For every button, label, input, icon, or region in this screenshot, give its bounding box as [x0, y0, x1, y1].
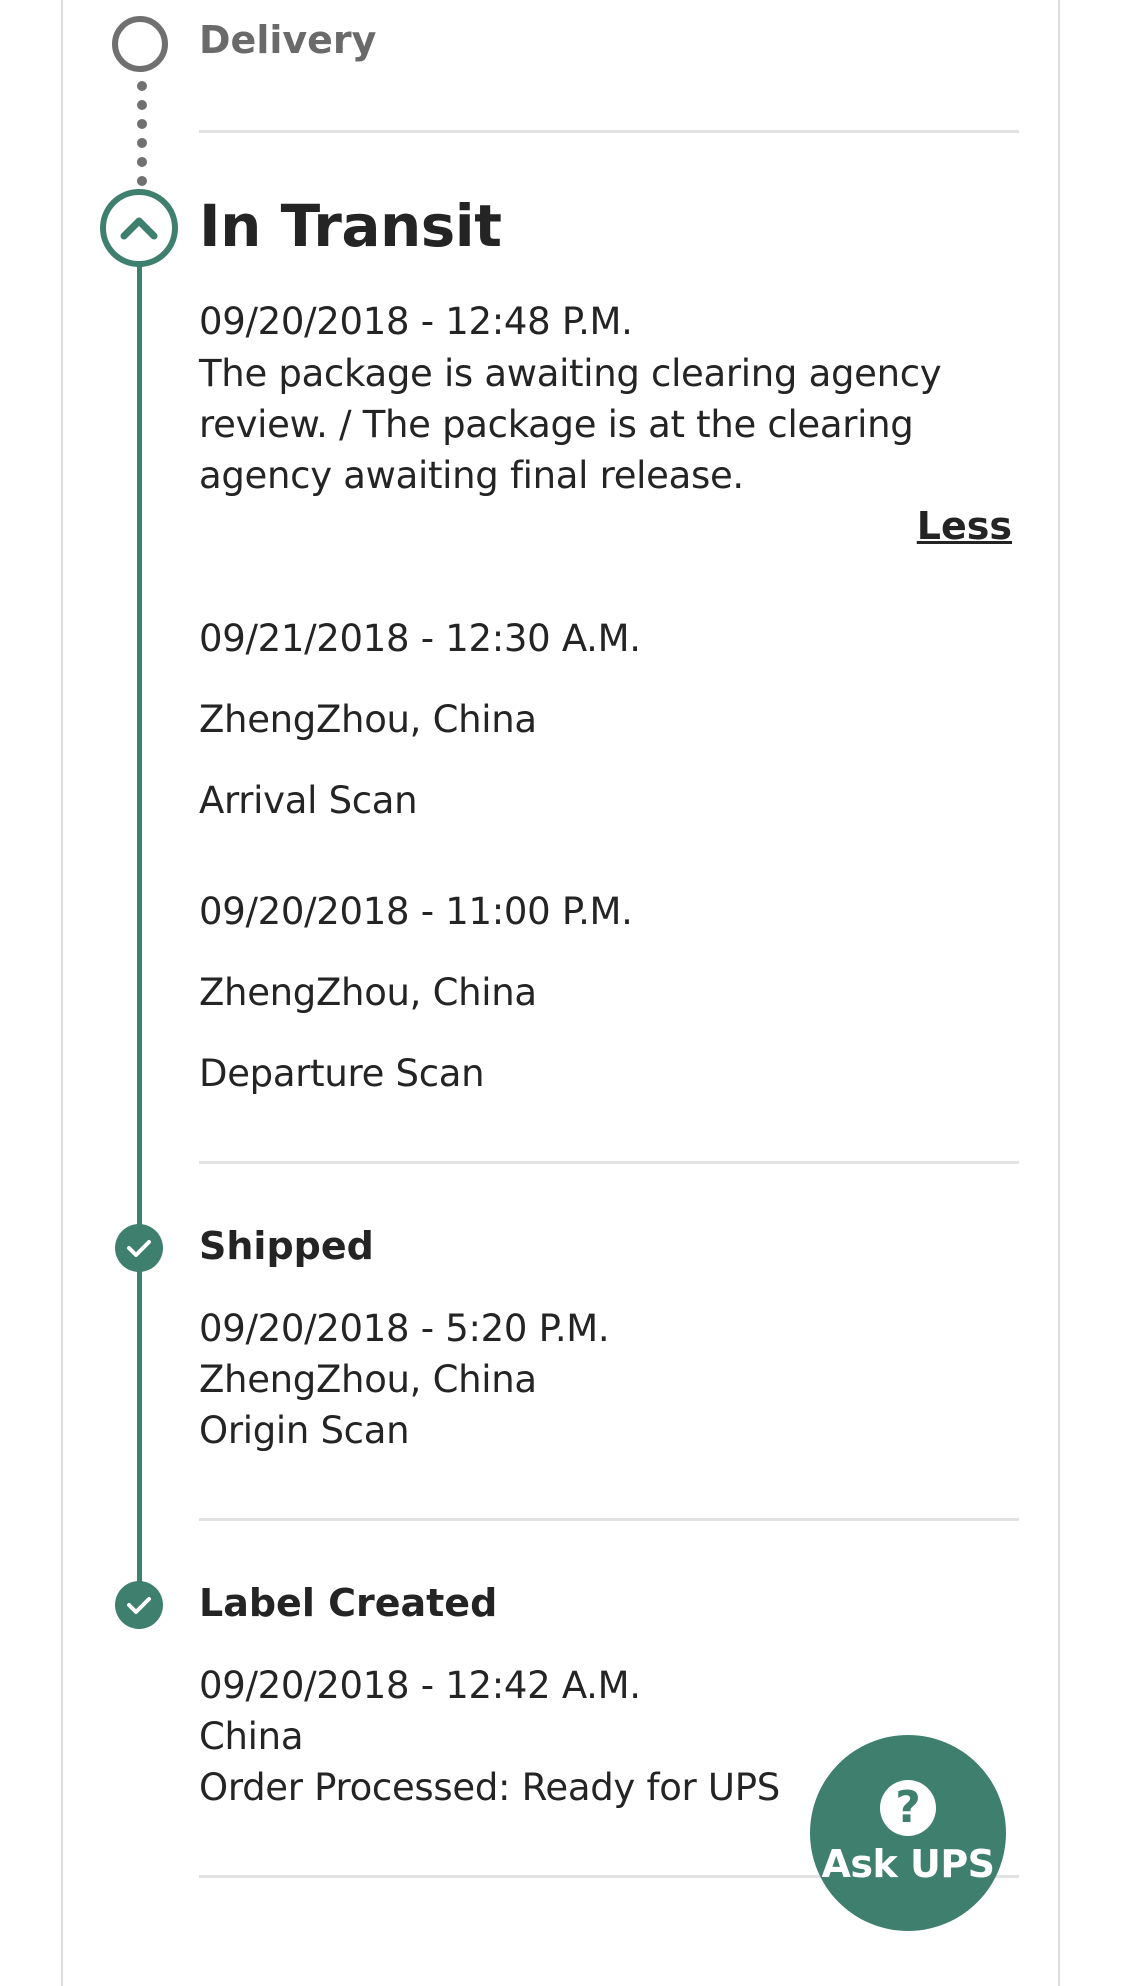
label-created-location: China — [199, 1715, 304, 1758]
event-datetime: 09/21/2018 - 12:30 A.M. — [199, 617, 641, 660]
divider — [199, 130, 1019, 133]
event-activity: Departure Scan — [199, 1052, 485, 1095]
in-transit-summary-line: The package is awaiting clearing agency — [199, 352, 942, 395]
chevron-up-icon — [120, 217, 158, 240]
in-transit-summary-line: agency awaiting final release. — [199, 454, 744, 497]
completed-timeline-connector — [137, 266, 142, 1600]
delivery-status-label: Delivery — [199, 18, 377, 62]
in-transit-summary-datetime: 09/20/2018 - 12:48 P.M. — [199, 300, 633, 343]
less-details-link[interactable]: Less — [917, 504, 1012, 548]
shipped-activity: Origin Scan — [199, 1409, 410, 1452]
ask-ups-button[interactable]: ? Ask UPS — [810, 1735, 1006, 1931]
label-created-datetime: 09/20/2018 - 12:42 A.M. — [199, 1664, 641, 1707]
ask-ups-label: Ask UPS — [821, 1842, 995, 1886]
event-activity: Arrival Scan — [199, 779, 418, 822]
label-created-status-label: Label Created — [199, 1581, 498, 1625]
in-transit-summary-line: review. / The package is at the clearing — [199, 403, 914, 446]
shipped-datetime: 09/20/2018 - 5:20 P.M. — [199, 1307, 610, 1350]
delivery-pending-marker-icon — [112, 16, 168, 72]
event-datetime: 09/20/2018 - 11:00 P.M. — [199, 890, 633, 933]
in-transit-status-title: In Transit — [199, 192, 502, 260]
label-created-check-icon — [115, 1581, 163, 1629]
label-created-activity: Order Processed: Ready for UPS — [199, 1766, 780, 1809]
tracking-card: Delivery In Transit 09/20/2018 - 12:48 P… — [61, 0, 1060, 1986]
shipped-status-label: Shipped — [199, 1224, 374, 1268]
question-circle-icon: ? — [880, 1780, 936, 1836]
event-location: ZhengZhou, China — [199, 698, 537, 741]
collapse-chevron-up-icon[interactable] — [100, 189, 178, 267]
pending-timeline-connector — [137, 62, 147, 186]
shipped-location: ZhengZhou, China — [199, 1358, 537, 1401]
shipped-check-icon — [115, 1224, 163, 1272]
event-location: ZhengZhou, China — [199, 971, 537, 1014]
divider — [199, 1518, 1019, 1521]
divider — [199, 1161, 1019, 1164]
